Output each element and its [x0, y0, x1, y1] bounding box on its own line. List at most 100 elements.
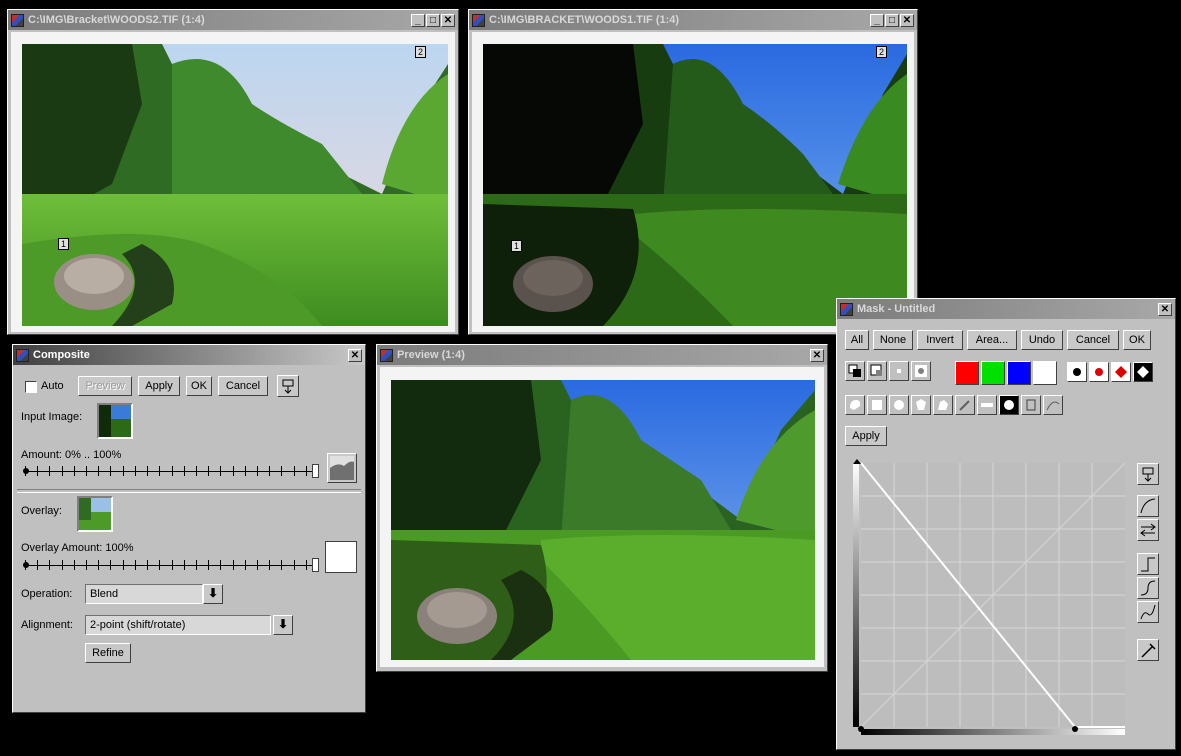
all-button[interactable]: All — [845, 330, 869, 350]
close-icon[interactable]: ✕ — [348, 348, 362, 362]
color-blue-swatch[interactable] — [1007, 361, 1031, 385]
slider-tick — [281, 466, 283, 476]
operation-dropdown-arrow-icon[interactable]: ⬇ — [203, 584, 223, 604]
select-subtract-icon[interactable] — [867, 361, 887, 381]
apply-button[interactable]: Apply — [845, 426, 887, 446]
pin-icon[interactable] — [1137, 463, 1159, 485]
alignment-marker-2[interactable]: 2 — [876, 46, 888, 58]
slider-tick — [61, 560, 63, 570]
curve-smooth-icon[interactable] — [1137, 577, 1159, 599]
slider-tick — [232, 466, 234, 476]
select-copy-icon[interactable] — [845, 361, 865, 381]
close-icon[interactable]: ✕ — [900, 13, 914, 27]
title-bar[interactable]: C:\IMG\BRACKET\WOODS1.TIF (1:4) _ □ ✕ — [469, 10, 917, 30]
ok-button[interactable]: OK — [186, 376, 212, 396]
slider-tick — [195, 560, 197, 570]
none-button[interactable]: None — [873, 330, 913, 350]
curve-wave-icon[interactable] — [1137, 601, 1159, 623]
preview-window[interactable]: Preview (1:4) ✕ — [376, 344, 828, 672]
apply-button[interactable]: Apply — [138, 376, 180, 396]
freehand-tool-icon[interactable] — [933, 395, 953, 415]
curve-editor[interactable] — [851, 459, 1129, 737]
minimize-icon[interactable]: _ — [870, 13, 884, 27]
composite-dialog[interactable]: Composite ✕ Auto Preview Apply OK Cancel… — [12, 344, 366, 713]
brush-red-diamond-icon[interactable] — [1111, 362, 1131, 382]
overlay-label: Overlay: — [21, 505, 62, 517]
image-canvas-woods2[interactable]: 2 1 — [22, 44, 448, 326]
color-white-swatch[interactable] — [1033, 361, 1057, 385]
slider-tick — [37, 466, 39, 476]
slider-thumb[interactable] — [312, 464, 319, 478]
polygon-tool-icon[interactable] — [911, 395, 931, 415]
alignment-marker-1[interactable]: 1 — [58, 238, 70, 250]
select-point-icon[interactable] — [889, 361, 909, 381]
invert-button[interactable]: Invert — [917, 330, 963, 350]
slider-tick — [49, 560, 51, 570]
image-canvas-woods1[interactable]: 2 1 — [483, 44, 907, 326]
pencil-tool-icon[interactable] — [955, 395, 975, 415]
ok-button[interactable]: OK — [1123, 330, 1151, 350]
alignment-label: Alignment: — [21, 619, 73, 631]
title-bar[interactable]: C:\IMG\Bracket\WOODS2.TIF (1:4) _ □ ✕ — [8, 10, 458, 30]
brush-black-icon[interactable] — [1067, 362, 1087, 382]
curve-tool-icon[interactable] — [1043, 395, 1063, 415]
rectangle-tool-icon[interactable] — [867, 395, 887, 415]
input-image-thumbnail[interactable] — [97, 403, 133, 439]
title-bar[interactable]: Mask - Untitled ✕ — [837, 299, 1175, 319]
slider-tick — [208, 466, 210, 476]
select-feather-icon[interactable] — [911, 361, 931, 381]
slider-tick — [49, 466, 51, 476]
preview-button[interactable]: Preview — [78, 376, 132, 396]
alignment-marker-2[interactable]: 2 — [415, 46, 427, 58]
brush-white-diamond-icon[interactable] — [1133, 362, 1153, 382]
swap-arrows-icon[interactable] — [1137, 519, 1159, 541]
ellipse-tool-icon[interactable] — [889, 395, 909, 415]
image-window-woods2[interactable]: C:\IMG\Bracket\WOODS2.TIF (1:4) _ □ ✕ 2 … — [7, 9, 459, 335]
slider-tick — [134, 560, 136, 570]
color-red-swatch[interactable] — [955, 361, 979, 385]
area-button[interactable]: Area... — [967, 330, 1017, 350]
auto-checkbox[interactable] — [25, 381, 37, 393]
overlay-amount-slider[interactable] — [23, 557, 319, 573]
app-icon — [472, 13, 485, 27]
amount-slider[interactable] — [23, 463, 319, 479]
maximize-icon[interactable]: □ — [885, 13, 899, 27]
color-green-swatch[interactable] — [981, 361, 1005, 385]
brush-red-icon[interactable] — [1089, 362, 1109, 382]
slider-thumb[interactable] — [312, 558, 319, 572]
eyedropper-icon[interactable] — [1137, 639, 1159, 661]
slider-tick — [86, 466, 88, 476]
mask-dialog[interactable]: Mask - Untitled ✕ All None Invert Area..… — [836, 298, 1176, 750]
title-bar[interactable]: Preview (1:4) ✕ — [377, 345, 827, 365]
pin-icon[interactable] — [277, 375, 299, 397]
minimize-icon[interactable]: _ — [411, 13, 425, 27]
close-icon[interactable]: ✕ — [1158, 302, 1172, 316]
close-icon[interactable]: ✕ — [810, 348, 824, 362]
eraser-tool-icon[interactable] — [1021, 395, 1041, 415]
curve-step-icon[interactable] — [1137, 553, 1159, 575]
slider-tick — [134, 466, 136, 476]
alignment-dropdown-arrow-icon[interactable]: ⬇ — [273, 615, 293, 635]
dialog-title: Composite — [33, 349, 90, 361]
overlay-thumbnail[interactable] — [77, 496, 113, 532]
slider-tick — [86, 560, 88, 570]
slider-tick — [269, 466, 271, 476]
cancel-button[interactable]: Cancel — [218, 376, 268, 396]
close-icon[interactable]: ✕ — [441, 13, 455, 27]
overlay-color-swatch[interactable] — [325, 541, 357, 573]
curve-linear-icon[interactable] — [1137, 495, 1159, 517]
undo-button[interactable]: Undo — [1021, 330, 1063, 350]
image-window-woods1[interactable]: C:\IMG\BRACKET\WOODS1.TIF (1:4) _ □ ✕ 2 … — [468, 9, 918, 335]
title-bar[interactable]: Composite ✕ — [13, 345, 365, 365]
alignment-marker-1[interactable]: 1 — [511, 240, 523, 252]
gradient-tool-icon[interactable] — [977, 395, 997, 415]
lasso-tool-icon[interactable] — [845, 395, 865, 415]
cancel-button[interactable]: Cancel — [1067, 330, 1119, 350]
operation-select[interactable]: Blend — [85, 584, 203, 604]
refine-button[interactable]: Refine — [85, 643, 131, 663]
alignment-select[interactable]: 2-point (shift/rotate) — [85, 615, 271, 635]
fill-tool-icon[interactable] — [999, 395, 1019, 415]
amount-mask-icon[interactable] — [327, 453, 357, 483]
preview-canvas[interactable] — [391, 380, 815, 660]
maximize-icon[interactable]: □ — [426, 13, 440, 27]
